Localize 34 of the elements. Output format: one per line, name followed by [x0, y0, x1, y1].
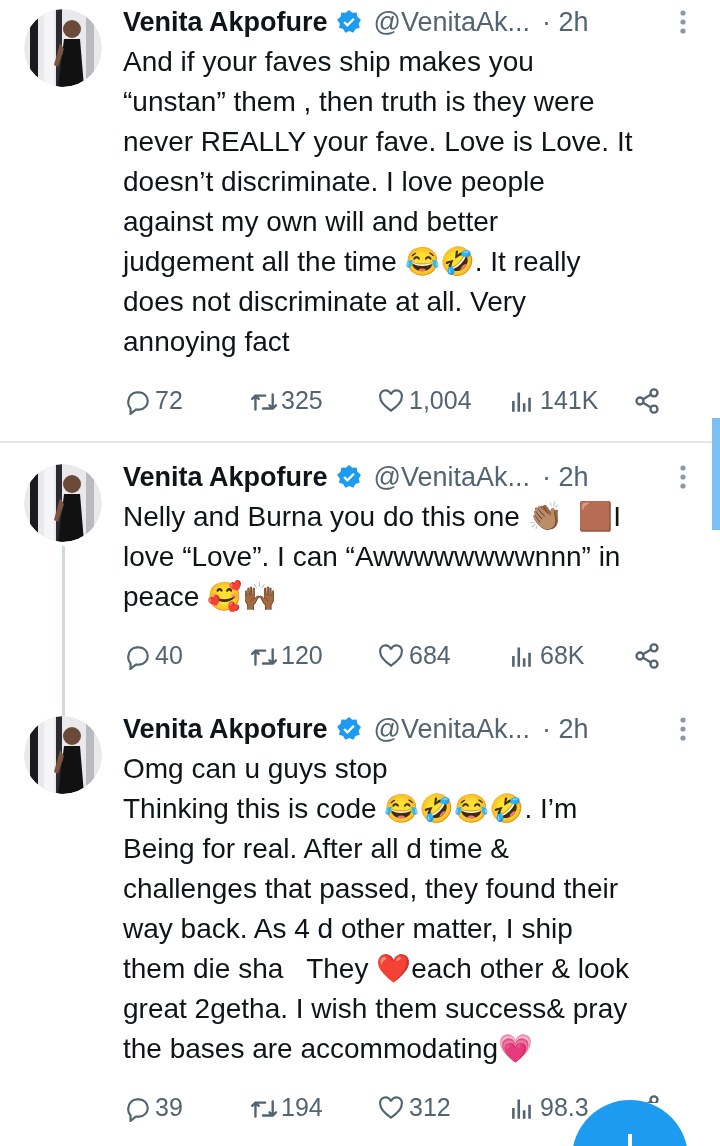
- post-time: · 2h: [542, 5, 589, 39]
- stat-count: 39: [155, 1092, 183, 1124]
- more-options-icon[interactable]: [680, 465, 686, 489]
- stat-count: 194: [281, 1092, 323, 1124]
- more-options-icon[interactable]: [680, 10, 686, 34]
- author-name[interactable]: Venita Akpofure: [123, 456, 328, 498]
- author-handle[interactable]: @VenitaAk...: [373, 708, 531, 750]
- share-icon[interactable]: [633, 642, 661, 670]
- stat-count: 72: [155, 385, 183, 417]
- more-options-icon[interactable]: [680, 717, 686, 741]
- heart-icon[interactable]: [377, 642, 405, 670]
- post-text: And if your faves ship makes you “unstan” them , then truth is they were never REALLY your fave. Love is Love. It doesn’t discriminate. I love people against my own will and better judgement all the time 😂🤣. It really does not discriminate at all. Very annoying fact: [123, 45, 634, 359]
- stat-count: 141K: [540, 385, 599, 417]
- stat-count: 312: [409, 1092, 451, 1124]
- stat-count: 40: [155, 640, 183, 672]
- share-icon[interactable]: [633, 387, 661, 415]
- post-text: Nelly and Burna you do this one 👏🏽 🟫I love “Love”. I can “Awwwwwwwwnnn” in peace 🥰🙌🏾: [123, 500, 623, 614]
- post-text: Omg can u guys stop Thinking this is code 😂🤣😂🤣. I’m Being for real. After all d time & challenges that passed, they found their way back. As 4 d other matter, I ship them die sha They ❤each other & look great 2getha. I wish them success& pray the bases are accommodating💗: [123, 752, 631, 1066]
- post-time: · 2h: [542, 712, 589, 746]
- stat-count: 68K: [540, 640, 585, 672]
- post-time: · 2h: [542, 460, 589, 494]
- heart-icon[interactable]: [377, 387, 405, 415]
- stat-count: 1,004: [409, 385, 472, 417]
- author-name[interactable]: Venita Akpofure: [123, 1, 328, 43]
- author-name[interactable]: Venita Akpofure: [123, 708, 328, 750]
- stat-count: 98.3: [540, 1092, 589, 1124]
- author-handle[interactable]: @VenitaAk...: [373, 1, 531, 43]
- stat-count: 120: [281, 640, 323, 672]
- stat-count: 684: [409, 640, 451, 672]
- stat-count: 325: [281, 385, 323, 417]
- heart-icon[interactable]: [377, 1094, 405, 1122]
- scrollbar[interactable]: [712, 418, 720, 530]
- author-handle[interactable]: @VenitaAk...: [373, 456, 531, 498]
- plus-icon: [628, 1134, 632, 1146]
